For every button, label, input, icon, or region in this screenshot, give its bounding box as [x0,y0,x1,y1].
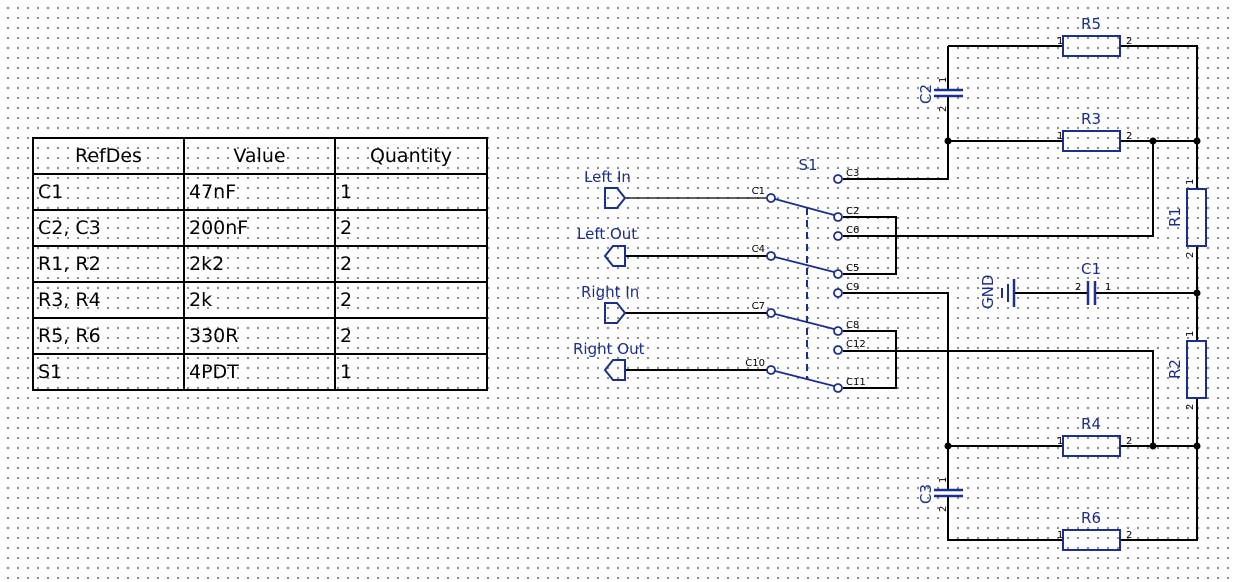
resistor-label: R4 [1081,415,1101,433]
resistor-r5 [1062,35,1121,57]
switch-contact [766,193,776,203]
switch-contact [833,174,843,184]
resistor-label: R2 [1166,359,1184,379]
port-label: Left In [584,168,631,186]
wire [1120,398,1198,541]
switch-contact [766,365,776,375]
pin-number: 1 [1105,282,1111,293]
contact-label: C1 [752,186,765,197]
switch-blade [774,370,835,387]
pin-number: 2 [1185,252,1196,258]
pin-number: 2 [1126,131,1132,142]
switch-contact [833,326,843,336]
switch-blade [774,313,835,330]
contact-label: C3 [846,168,859,179]
switch-contact [766,308,776,318]
contact-label: C11 [846,377,866,388]
resistor-r3 [1062,130,1121,152]
pin-number: 2 [1126,436,1132,447]
pin-number: 1 [1057,530,1063,541]
switch-contact [833,269,843,279]
resistor-r1 [1186,188,1207,247]
wire [947,496,1063,541]
pin-number: 2 [938,106,949,112]
wire [1120,45,1198,189]
pin-number: 1 [1057,131,1063,142]
resistor-r6 [1062,529,1121,551]
switch-blade [774,256,835,273]
junction-dot [944,442,952,450]
contact-label: C7 [752,301,765,312]
pin-number: 1 [938,477,949,483]
resistor-r2 [1186,340,1207,399]
contact-label: C6 [846,225,859,236]
port-label: Right In [581,283,639,301]
ground-label: GND [979,275,997,309]
resistor-label: R3 [1081,110,1101,128]
junction-dot [1149,442,1157,450]
junction-dot [1193,289,1201,297]
port-input-icon [604,302,627,324]
port-output-icon [603,359,626,381]
capacitor-label: C2 [917,84,935,104]
pin-number: 2 [938,506,949,512]
switch-contact [833,345,843,355]
contact-label: C9 [846,282,859,293]
junction-dot [944,137,952,145]
switch-blade [774,198,835,216]
junction-dot [1193,137,1201,145]
pin-number: 1 [938,77,949,83]
wire [843,350,1154,446]
switch-contact [833,288,843,298]
contact-label: C8 [846,320,859,331]
pin-number: 2 [1185,404,1196,410]
resistor-r4 [1062,435,1121,457]
wire [843,141,1154,237]
contact-label: C4 [752,244,765,255]
switch-contact [833,383,843,393]
junction-dot [1149,137,1157,145]
pin-number: 1 [1057,36,1063,47]
switch-contact [833,212,843,222]
switch-contact [766,251,776,261]
resistor-label: R5 [1081,15,1101,33]
pin-number: 2 [1126,530,1132,541]
pin-number: 2 [1126,36,1132,47]
pin-number: 2 [1075,282,1081,293]
contact-label: C12 [846,339,866,350]
switch-contact [833,231,843,241]
pin-number: 1 [1185,331,1196,337]
pin-number: 1 [1057,436,1063,447]
port-label: Left Out [577,225,637,243]
port-input-icon [604,187,627,209]
pin-number: 1 [1185,179,1196,185]
port-output-icon [603,245,626,267]
contact-label: C5 [846,263,859,274]
resistor-label: R1 [1166,207,1184,227]
port-label: Right Out [573,340,645,358]
junction-dot [1193,442,1201,450]
capacitor-label: C1 [1081,260,1101,278]
contact-label: C2 [846,206,859,217]
capacitor-label: C3 [917,484,935,504]
contact-label: C10 [745,358,765,369]
schematic: R51 2R31 2R41 2R61 2R112R212C212C312C12 1GNDS… [573,15,1207,551]
switch-label: S1 [798,156,817,174]
resistor-label: R6 [1081,509,1101,527]
